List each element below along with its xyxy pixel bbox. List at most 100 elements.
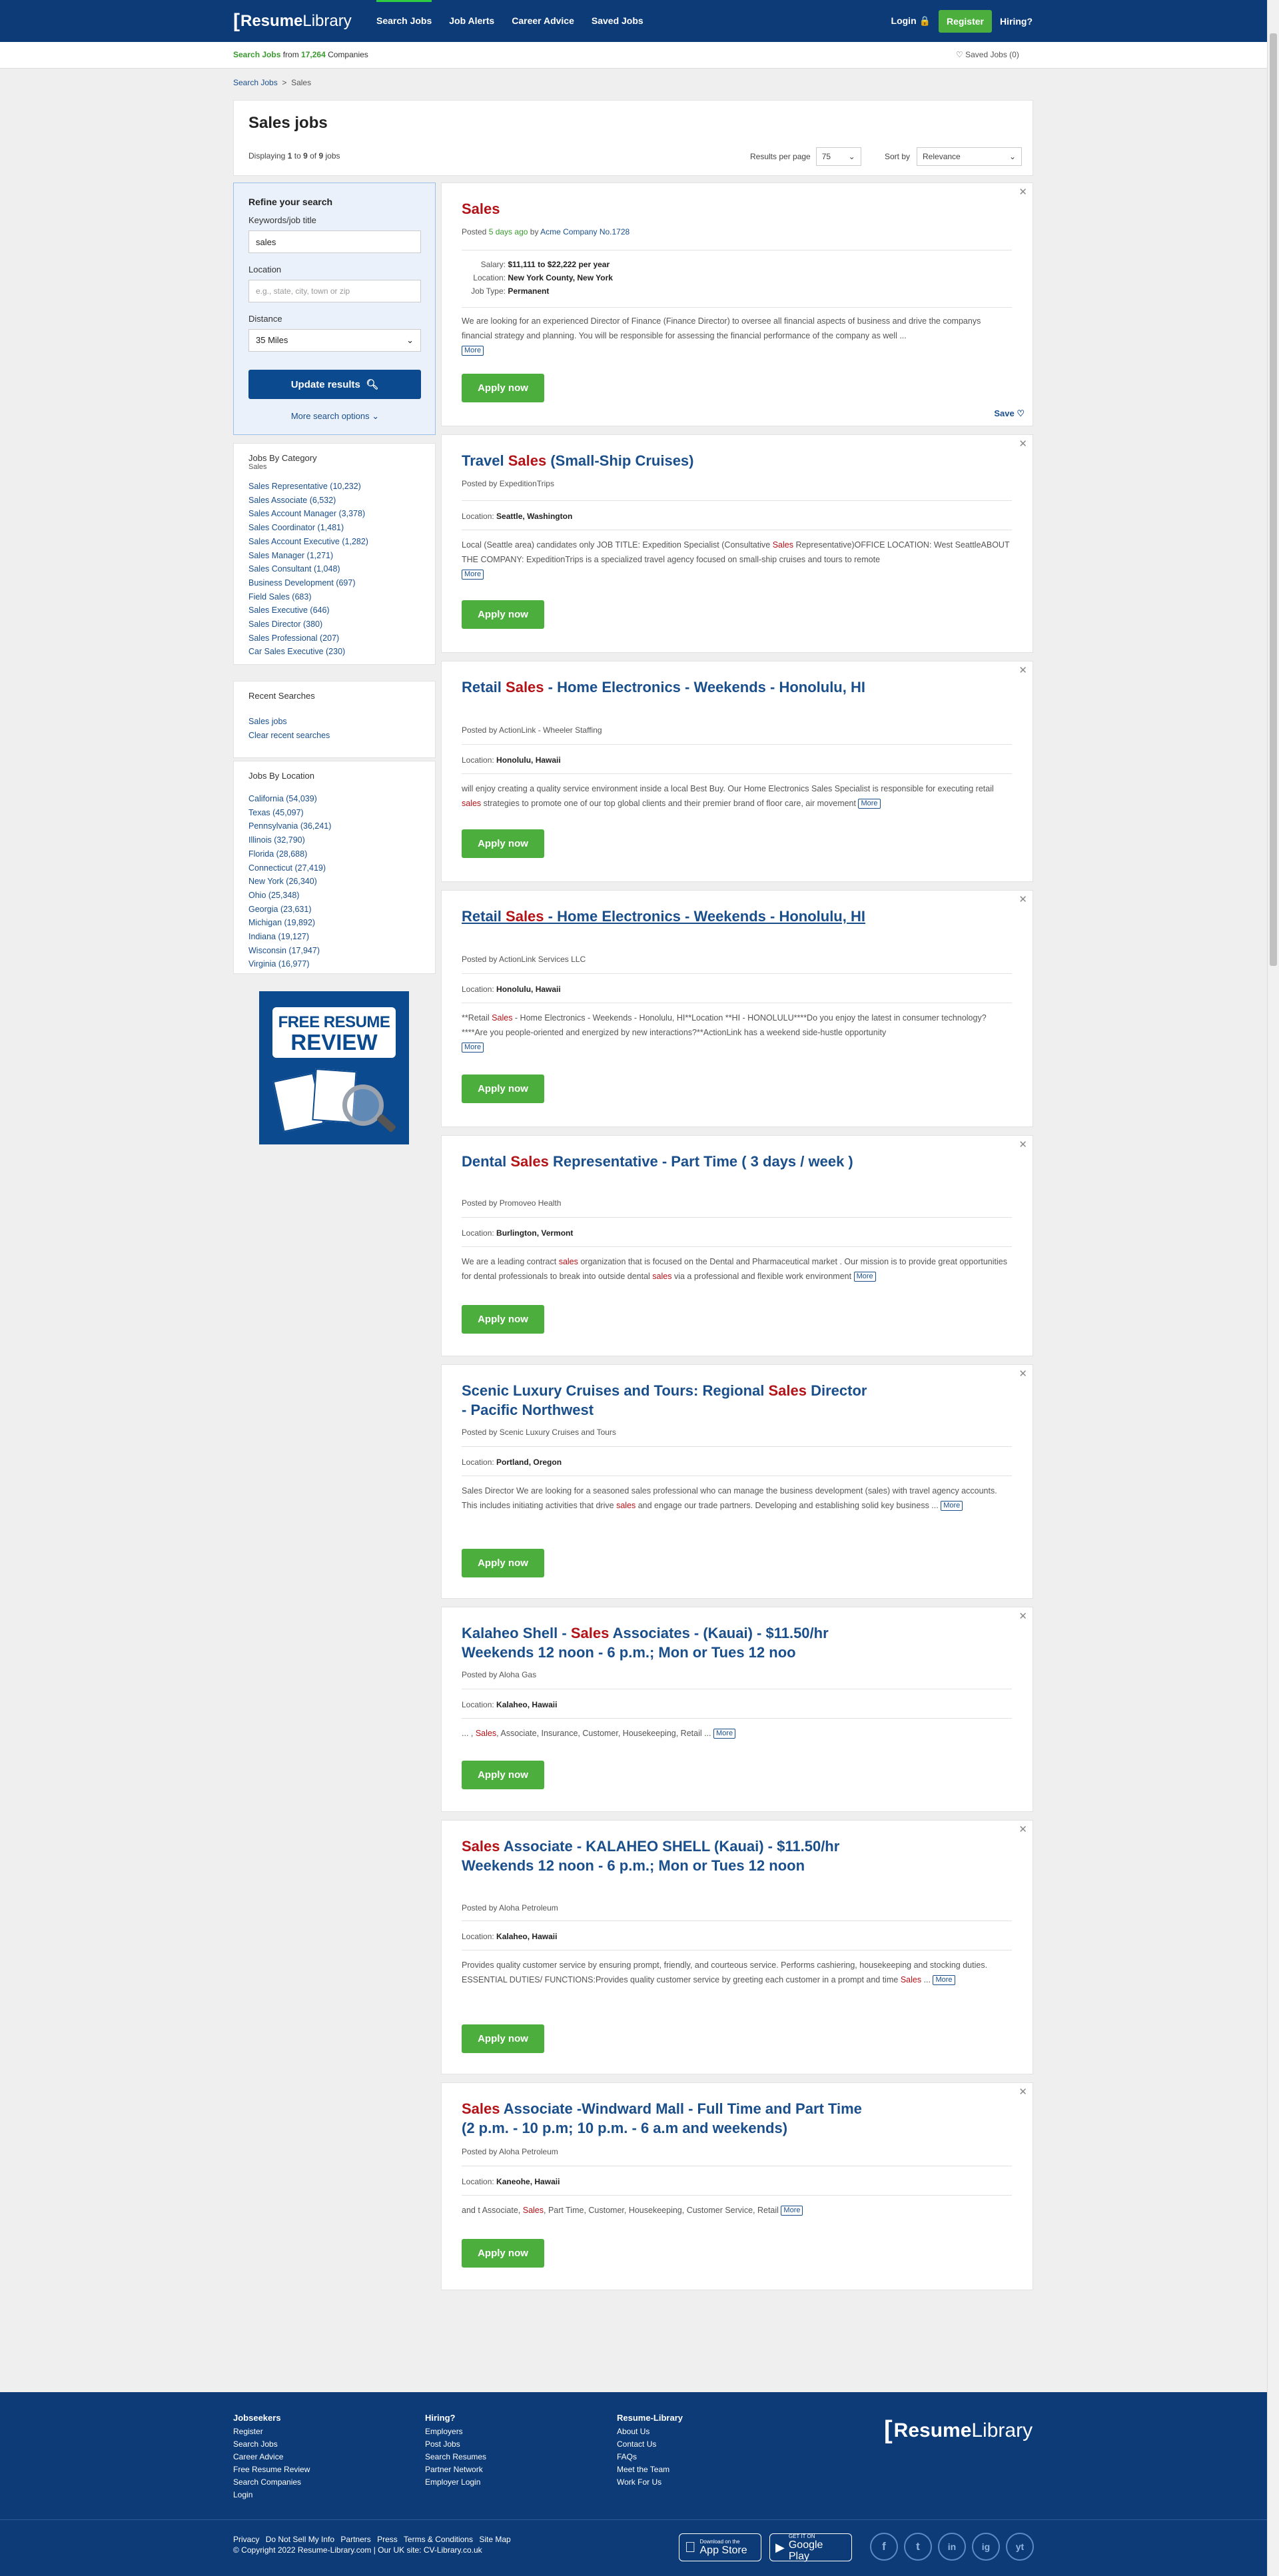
category-link[interactable]: Sales Executive (646) [248,604,368,618]
footer-link[interactable]: Employers [425,2425,486,2438]
free-resume-review-banner[interactable]: FREE RESUME REVIEW [259,991,409,1144]
close-icon[interactable]: ✕ [1019,1368,1027,1380]
location-link[interactable]: Georgia (23,631) [248,903,331,917]
nav-saved-jobs[interactable]: Saved Jobs [592,0,643,42]
more-button[interactable]: More [858,799,881,809]
footer-bottom-link[interactable]: Privacy [233,2535,259,2544]
job-title[interactable]: Sales Associate -Windward Mall - Full Ti… [462,2099,875,2138]
location-link[interactable]: Florida (28,688) [248,847,331,861]
nav-career-advice[interactable]: Career Advice [512,0,574,42]
close-icon[interactable]: ✕ [1019,1823,1027,1835]
category-link[interactable]: Sales Account Manager (3,378) [248,507,368,521]
footer-link[interactable]: Login [233,2489,310,2501]
location-link[interactable]: Connecticut (27,419) [248,861,331,875]
footer-link[interactable]: Free Resume Review [233,2463,310,2476]
close-icon[interactable]: ✕ [1019,438,1027,450]
apply-now-button[interactable]: Apply now [462,600,544,629]
page-scrollbar[interactable] [1267,0,1279,2576]
location-link[interactable]: Wisconsin (17,947) [248,944,331,958]
search-jobs-link[interactable]: Search Jobs [233,50,280,59]
login-link[interactable]: Login 🔒 [891,15,931,27]
location-link[interactable]: Ohio (25,348) [248,889,331,903]
close-icon[interactable]: ✕ [1019,2086,1027,2098]
location-input[interactable]: e.g., state, city, town or zip [248,280,421,302]
apply-now-button[interactable]: Apply now [462,829,544,858]
category-link[interactable]: Sales Coordinator (1,481) [248,521,368,535]
category-link[interactable]: Sales Representative (10,232) [248,480,368,494]
location-link[interactable]: California (54,039) [248,792,331,806]
footer-link[interactable]: Search Companies [233,2476,310,2489]
job-title[interactable]: Kalaheo Shell - Sales Associates - (Kaua… [462,1623,875,1662]
apply-now-button[interactable]: Apply now [462,1549,544,1577]
instagram-icon[interactable]: ig [972,2533,1000,2561]
clear-recent-searches-link[interactable]: Clear recent searches [248,729,330,743]
category-link[interactable]: Field Sales (683) [248,590,368,604]
more-button[interactable]: More [853,1272,876,1282]
more-button[interactable]: More [941,1501,963,1511]
saved-jobs-link[interactable]: ♡ Saved Jobs (0) [956,50,1019,59]
category-link[interactable]: Sales Consultant (1,048) [248,562,368,576]
company-link[interactable]: Acme Company No.1728 [540,227,630,236]
location-link[interactable]: Michigan (19,892) [248,916,331,930]
breadcrumb-search-jobs[interactable]: Search Jobs [233,78,278,87]
close-icon[interactable]: ✕ [1019,1138,1027,1150]
footer-link[interactable]: Contact Us [617,2438,683,2451]
more-button[interactable]: More [933,1975,955,1986]
linkedin-icon[interactable]: in [938,2533,966,2561]
scrollbar-thumb[interactable] [1270,33,1277,966]
apply-now-button[interactable]: Apply now [462,2239,544,2268]
apply-now-button[interactable]: Apply now [462,374,544,402]
footer-logo[interactable]: [ Resume Library [884,2416,1033,2445]
more-button[interactable]: More [462,1043,484,1053]
location-link[interactable]: New York (26,340) [248,875,331,889]
location-link[interactable]: Indiana (19,127) [248,930,331,944]
hiring-link[interactable]: Hiring? [1000,16,1033,27]
footer-link[interactable]: Register [233,2425,310,2438]
twitter-icon[interactable]: t [904,2533,932,2561]
location-link[interactable]: Pennsylvania (36,241) [248,819,331,833]
more-button[interactable]: More [462,346,484,356]
location-link[interactable]: Illinois (32,790) [248,833,331,847]
category-link[interactable]: Sales Account Executive (1,282) [248,535,368,549]
more-button[interactable]: More [462,570,484,580]
footer-link[interactable]: Work For Us [617,2476,683,2489]
job-title[interactable]: Retail Sales - Home Electronics - Weeken… [462,677,875,697]
location-link[interactable]: Virginia (16,977) [248,957,331,969]
footer-link[interactable]: Career Advice [233,2451,310,2463]
more-button[interactable]: More [781,2206,803,2216]
category-link[interactable]: Car Sales Executive (230) [248,645,368,659]
close-icon[interactable]: ✕ [1019,1610,1027,1622]
job-title[interactable]: Travel Sales (Small-Ship Cruises) [462,451,875,470]
footer-link[interactable]: About Us [617,2425,683,2438]
more-search-options-link[interactable]: More search options ⌄ [234,411,436,422]
job-title[interactable]: Sales Associate - KALAHEO SHELL (Kauai) … [462,1837,875,1875]
nav-search-jobs[interactable]: Search Jobs [376,0,432,42]
app-store-badge[interactable]:  Download on theApp Store [679,2533,761,2561]
close-icon[interactable]: ✕ [1019,664,1027,676]
footer-link[interactable]: Employer Login [425,2476,486,2489]
facebook-icon[interactable]: f [870,2533,898,2561]
footer-link[interactable]: Post Jobs [425,2438,486,2451]
footer-bottom-link[interactable]: Do Not Sell My Info [266,2535,334,2544]
footer-link[interactable]: Search Jobs [233,2438,310,2451]
category-link[interactable]: Sales Professional (207) [248,632,368,645]
footer-bottom-link[interactable]: Press [377,2535,398,2544]
location-link[interactable]: Texas (45,097) [248,806,331,820]
youtube-icon[interactable]: yt [1006,2533,1034,2561]
google-play-badge[interactable]: ▶ GET IT ON Google Play [769,2533,852,2562]
job-title[interactable]: Dental Sales Representative - Part Time … [462,1152,875,1171]
category-link[interactable]: Sales Manager (1,271) [248,549,368,563]
register-button[interactable]: Register [938,9,992,33]
footer-bottom-link[interactable]: Terms & Conditions [404,2535,473,2544]
footer-link[interactable]: FAQs [617,2451,683,2463]
apply-now-button[interactable]: Apply now [462,1761,544,1789]
footer-link[interactable]: Search Resumes [425,2451,486,2463]
keywords-input[interactable]: sales [248,230,421,253]
footer-link[interactable]: Meet the Team [617,2463,683,2476]
category-link[interactable]: Sales Director (380) [248,618,368,632]
category-link[interactable]: Business Development (697) [248,576,368,590]
apply-now-button[interactable]: Apply now [462,2024,544,2053]
apply-now-button[interactable]: Apply now [462,1305,544,1334]
job-title[interactable]: Scenic Luxury Cruises and Tours: Regiona… [462,1381,875,1420]
close-icon[interactable]: ✕ [1019,893,1027,905]
